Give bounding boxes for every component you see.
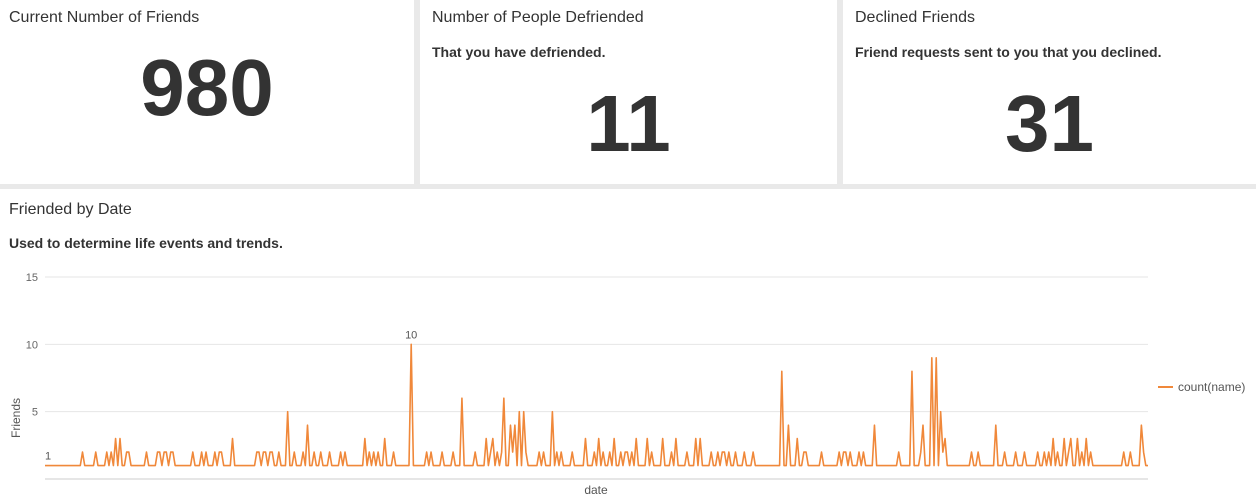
defriended-panel: Number of People Defriended That you hav… <box>420 0 837 184</box>
panel-title: Declined Friends <box>855 9 976 26</box>
x-axis-label: date <box>584 483 608 497</box>
y-axis-label: Friends <box>9 398 23 438</box>
current-friends-panel: Current Number of Friends 980 <box>0 0 414 184</box>
y-tick-label: 15 <box>26 272 38 284</box>
friended-by-date-panel: Friended by Date Used to determine life … <box>0 189 1256 500</box>
y-tick-label: 5 <box>32 407 38 419</box>
current-friends-value: 980 <box>140 43 274 132</box>
declined-friends-value: 31 <box>1005 79 1094 168</box>
y-tick-label: 10 <box>26 339 38 351</box>
panel-subtitle: That you have defriended. <box>432 44 606 60</box>
legend-label: count(name) <box>1178 380 1245 394</box>
declined-friends-panel: Declined Friends Friend requests sent to… <box>843 0 1256 184</box>
panel-title: Number of People Defriended <box>432 9 644 26</box>
data-label-first: 1 <box>45 451 51 463</box>
series-line-count-name <box>45 343 1148 467</box>
friended-line-chart: 5 10 15 date Friends 1 10 count(name) <box>9 272 1245 497</box>
panel-subtitle: Friend requests sent to you that you dec… <box>855 44 1162 60</box>
data-label-max: 10 <box>405 329 417 341</box>
defriended-value: 11 <box>586 79 671 168</box>
panel-title: Current Number of Friends <box>9 9 200 26</box>
